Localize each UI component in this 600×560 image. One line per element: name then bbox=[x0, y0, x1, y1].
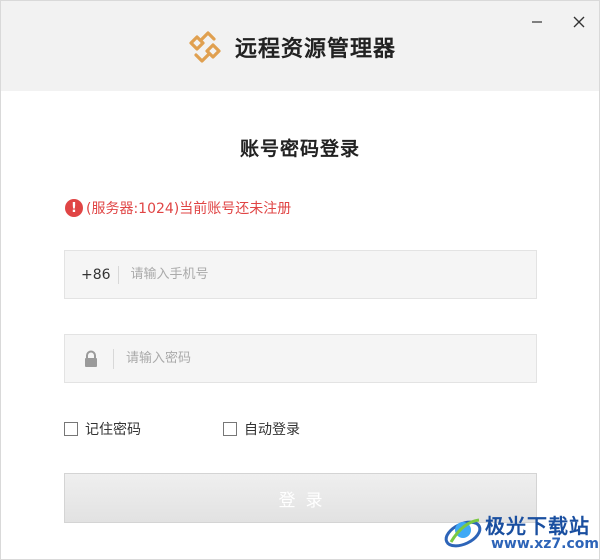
lock-icon bbox=[85, 350, 97, 367]
login-window: 远程资源管理器 账号密码登录 ! (服务器:1024)当前账号还未注册 +86 bbox=[0, 0, 600, 560]
close-button[interactable] bbox=[568, 11, 590, 33]
title-bar: 远程资源管理器 bbox=[1, 1, 599, 91]
auto-login-checkbox-box[interactable] bbox=[223, 422, 237, 436]
remember-checkbox-box[interactable] bbox=[64, 422, 78, 436]
error-message: ! (服务器:1024)当前账号还未注册 bbox=[65, 198, 291, 218]
login-heading: 账号密码登录 bbox=[239, 138, 360, 160]
error-text: (服务器:1024)当前账号还未注册 bbox=[86, 201, 292, 217]
auto-login-label: 自动登录 bbox=[244, 422, 300, 438]
password-input[interactable] bbox=[124, 350, 536, 367]
remember-label: 记住密码 bbox=[85, 422, 141, 438]
remember-password-checkbox[interactable]: 记住密码 bbox=[64, 419, 141, 439]
watermark: 极光下载站 www.xz7.com bbox=[441, 506, 599, 558]
phone-field[interactable]: +86 bbox=[64, 250, 537, 299]
phone-input[interactable] bbox=[128, 266, 536, 283]
app-brand: 远程资源管理器 bbox=[189, 29, 396, 65]
close-icon bbox=[573, 16, 585, 28]
app-logo-icon bbox=[189, 31, 221, 63]
app-title: 远程资源管理器 bbox=[235, 37, 397, 62]
watermark-url: www.xz7.com bbox=[491, 536, 599, 552]
lock-icon-wrapper bbox=[83, 348, 114, 369]
error-icon: ! bbox=[65, 199, 83, 217]
minimize-button[interactable] bbox=[526, 11, 548, 33]
watermark-brand: 极光下载站 bbox=[485, 514, 590, 538]
minimize-icon bbox=[532, 21, 542, 23]
watermark-logo-icon bbox=[444, 518, 482, 548]
country-code-prefix[interactable]: +86 bbox=[81, 265, 119, 284]
password-field[interactable] bbox=[64, 334, 537, 383]
auto-login-checkbox[interactable]: 自动登录 bbox=[223, 419, 300, 439]
